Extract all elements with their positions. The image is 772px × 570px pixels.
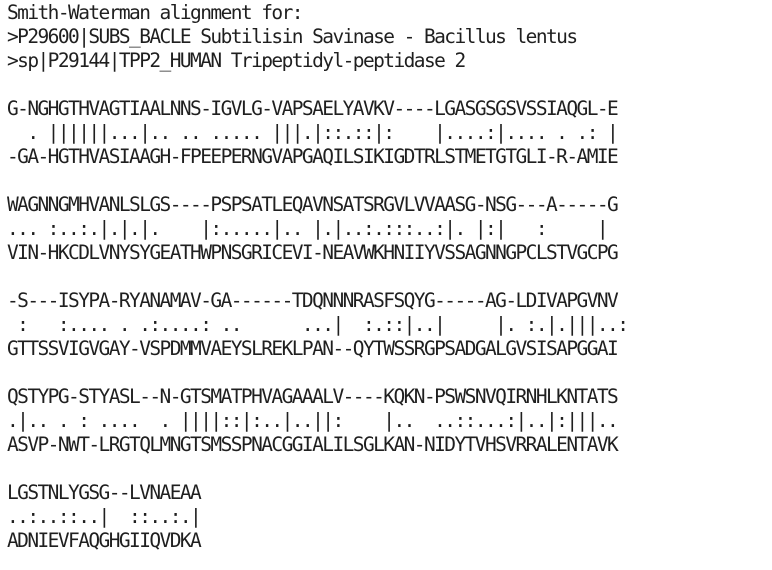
match-row: ..:..::..| ::..:.| <box>7 505 202 528</box>
sequence-2-row: GTTSSVIGVGAY-VSPDMMVAEYSLREKLPAN--QYTWSS… <box>7 337 619 360</box>
sequence-1-row: G-NGHGTHVAGTIAALNNS-IGVLG-VAPSAELYAVKV--… <box>7 97 619 120</box>
alignment-block: G-NGHGTHVAGTIAALNNS-IGVLG-VAPSAELYAVKV--… <box>7 97 772 169</box>
alignment-block: WAGNNGMHVANLSLGS----PSPSATLEQAVNSATSRGVL… <box>7 193 772 265</box>
sequence-1-row: WAGNNGMHVANLSLGS----PSPSATLEQAVNSATSRGVL… <box>7 193 619 216</box>
match-row: : :.... . .:....: .. ...| :.::|..| |. :.… <box>7 313 629 336</box>
alignment-block: -S---ISYPA-RYANAMAV-GA------TDQNNNRASFSQ… <box>7 289 772 361</box>
sequence-1-description: >P29600|SUBS_BACLE Subtilisin Savinase -… <box>7 25 578 48</box>
alignment-block: QSTYPG-STYASL--N-GTSMATPHVAGAAALV----KQK… <box>7 385 772 457</box>
match-row: . ||||||...|.. .. ..... |||.|::.::|: |..… <box>7 121 618 144</box>
alignment-block: LGSTNLYGSG--LVNAEAA ..:..::..| ::..:.| A… <box>7 481 772 553</box>
sequence-2-row: -GA-HGTHVASIAAGH-FPEEPERNGVAPGAQILSIKIGD… <box>7 145 619 168</box>
sequence-1-row: LGSTNLYGSG--LVNAEAA <box>7 481 202 504</box>
sequence-1-row: QSTYPG-STYASL--N-GTSMATPHVAGAAALV----KQK… <box>7 385 619 408</box>
sequence-2-row: ASVP-NWT-LRGTQLMNGTSMSSPNACGGIALILSGLKAN… <box>7 433 619 456</box>
sequence-2-row: VIN-HKCDLVNYSYGEATHWPNSGRICEVI-NEAVWKHNI… <box>7 241 619 264</box>
match-row: .|.. . : .... . ||||::|:..|..||: |.. ..:… <box>7 409 619 432</box>
sequence-1-row: -S---ISYPA-RYANAMAV-GA------TDQNNNRASFSQ… <box>7 289 619 312</box>
alignment-output: Smith-Waterman alignment for: >P29600|SU… <box>7 1 772 570</box>
alignment-title: Smith-Waterman alignment for: <box>7 1 304 24</box>
sequence-2-row: ADNIEVFAQGHGIIQVDKA <box>7 529 202 552</box>
sequence-2-description: >sp|P29144|TPP2_HUMAN Tripeptidyl-peptid… <box>7 49 466 72</box>
match-row: ... :..:.|.|.|. |:.....|.. |.|..:.:::..:… <box>7 217 609 240</box>
